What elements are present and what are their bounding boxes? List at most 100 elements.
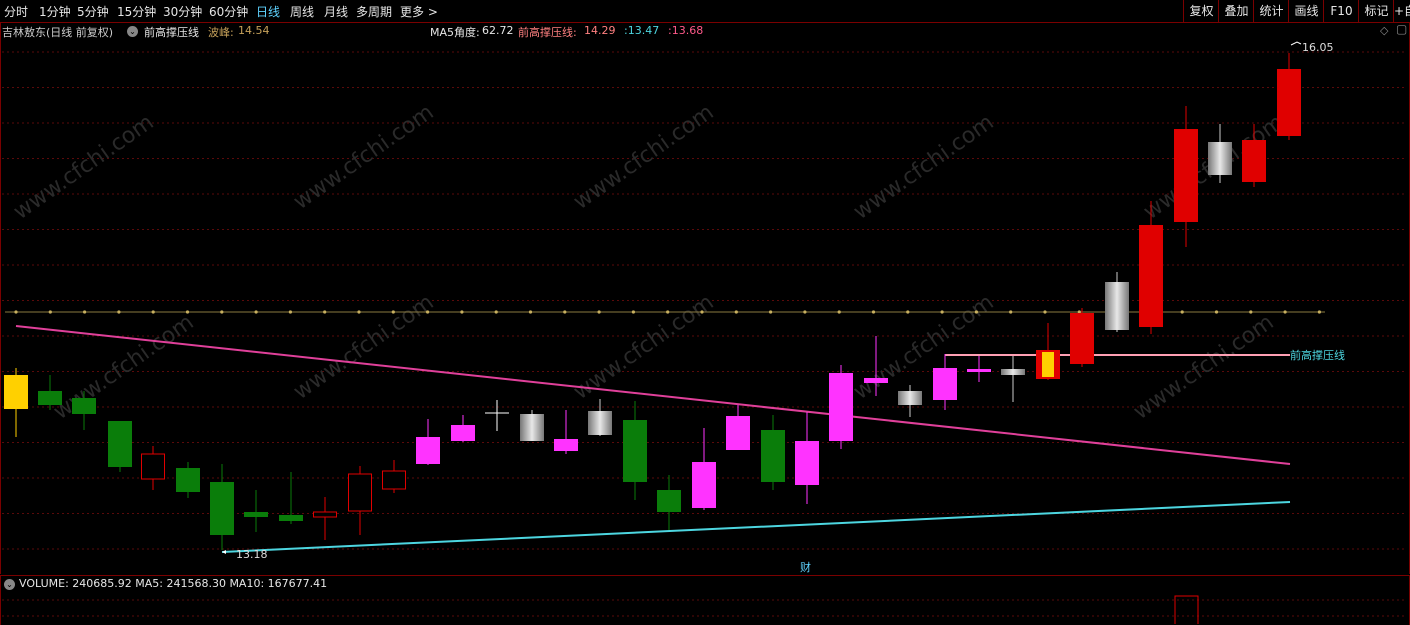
candle — [1277, 53, 1301, 140]
candle — [829, 365, 853, 449]
high-marker: 16.05 — [1302, 41, 1334, 54]
candle — [1208, 124, 1232, 183]
candle-body — [279, 515, 303, 521]
olive-dot — [940, 310, 944, 314]
candle — [485, 400, 509, 431]
candle-body — [657, 490, 681, 512]
candle-body — [1174, 129, 1198, 222]
candle-body — [1105, 282, 1129, 330]
candle — [520, 410, 544, 441]
olive-dot — [1180, 310, 1184, 314]
candle — [1001, 356, 1025, 402]
candle — [348, 466, 372, 535]
candle — [210, 464, 234, 550]
candle-body — [451, 425, 475, 441]
candle — [1105, 272, 1129, 332]
candle — [933, 354, 957, 410]
olive-dot — [1283, 310, 1287, 314]
olive-dot — [1043, 310, 1047, 314]
candle — [38, 375, 62, 410]
olive-dot — [117, 310, 121, 314]
candle-body — [761, 430, 785, 482]
candle-body — [313, 511, 337, 518]
candle-body — [141, 453, 165, 480]
candle-body — [1242, 140, 1266, 182]
candle-body — [382, 470, 406, 490]
candle — [1174, 106, 1198, 247]
candle — [761, 415, 785, 490]
candle — [726, 405, 750, 450]
candle-body — [108, 421, 132, 467]
volume-info: VOLUME: 240685.92 MA5: 241568.30 MA10: 1… — [19, 577, 328, 590]
candle — [1139, 201, 1163, 334]
watermark-text: www.cfchi.com — [49, 310, 198, 425]
candle-body — [623, 420, 647, 482]
candle — [451, 415, 475, 442]
watermark-text: www.cfchi.com — [569, 100, 718, 215]
olive-dot — [734, 310, 738, 314]
olive-dot — [597, 310, 601, 314]
event-marker[interactable]: 财 — [800, 560, 811, 574]
candle — [244, 490, 268, 532]
candle — [279, 472, 303, 524]
candle — [623, 401, 647, 500]
low-marker: 13.18 — [236, 548, 268, 561]
volume-toggle-icon[interactable]: ⌄ — [4, 579, 15, 590]
olive-dot — [528, 310, 533, 314]
olive-dot — [494, 310, 498, 314]
olive-dot — [323, 310, 327, 314]
olive-dot — [14, 310, 18, 314]
olive-dot — [631, 310, 636, 314]
candle-body — [38, 391, 62, 405]
candle-body — [416, 437, 440, 464]
olive-dot — [974, 310, 979, 314]
olive-dot — [391, 310, 395, 314]
candle — [4, 368, 28, 437]
olive-dot — [1249, 310, 1253, 314]
olive-dot — [563, 310, 567, 314]
olive-dot — [357, 310, 361, 314]
watermark-text: www.cfchi.com — [289, 290, 438, 405]
olive-dot — [871, 310, 876, 314]
candle — [176, 462, 200, 498]
olive-dot — [254, 310, 258, 314]
watermark-text: www.cfchi.com — [1129, 310, 1278, 425]
candle — [554, 410, 578, 454]
olive-dot — [906, 310, 910, 314]
olive-dot — [185, 310, 190, 314]
candles — [4, 53, 1301, 550]
candle — [898, 385, 922, 417]
candle — [1036, 323, 1060, 380]
candle — [795, 412, 819, 504]
candle — [588, 399, 612, 436]
candle-body — [244, 512, 268, 517]
candle — [967, 356, 991, 382]
candle — [416, 419, 440, 465]
candle-body — [1001, 369, 1025, 375]
candle — [108, 421, 132, 472]
olive-dot — [288, 310, 292, 314]
candle-body — [829, 373, 853, 441]
watermark-text: www.cfchi.com — [289, 100, 438, 215]
low-marker-arrow — [222, 550, 226, 554]
candle-body — [588, 411, 612, 435]
candle-body — [967, 369, 991, 372]
watermark-text: www.cfchi.com — [849, 290, 998, 405]
olive-dot — [666, 310, 670, 314]
candle — [692, 428, 716, 510]
olive-dot — [837, 310, 841, 314]
watermark-text: www.cfchi.com — [849, 110, 998, 225]
candle — [141, 446, 165, 490]
candle-body — [348, 473, 372, 512]
olive-dot — [803, 310, 807, 314]
candle-body — [1139, 225, 1163, 327]
candle-body — [726, 416, 750, 450]
olive-dot — [769, 310, 773, 314]
olive-dot — [1214, 310, 1219, 314]
olive-dot — [1317, 310, 1321, 314]
candle-body — [1070, 313, 1094, 364]
olive-dot — [151, 310, 155, 314]
line-label: 前高撑压线 — [1290, 348, 1345, 362]
candle-body — [210, 482, 234, 535]
kline-chart[interactable]: www.cfchi.com www.cfchi.com www.cfchi.com w… — [0, 0, 1410, 624]
